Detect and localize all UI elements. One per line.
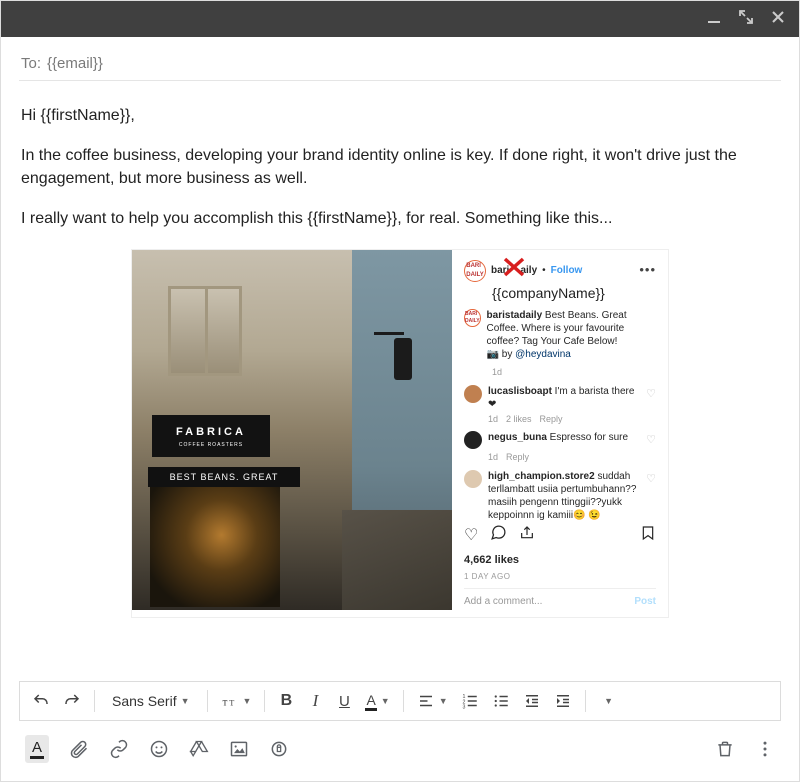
caption: BARIDAILY baristadaily Best Beans. Great… [464, 309, 656, 361]
more-icon[interactable]: ••• [639, 261, 656, 279]
likes-count[interactable]: 4,662 likes [464, 553, 656, 568]
comment-avatar [464, 385, 482, 403]
indent-more-button[interactable] [550, 688, 576, 714]
instagram-card: FABRICA COFFEE ROASTERS BEST BEANS. GREA… [131, 249, 669, 618]
caption-time: 1d [492, 366, 656, 379]
instagram-photo: FABRICA COFFEE ROASTERS BEST BEANS. GREA… [132, 250, 452, 610]
follow-link[interactable]: Follow [551, 264, 583, 278]
share-icon[interactable] [519, 525, 535, 548]
formatting-toggle-icon[interactable]: A [25, 735, 49, 763]
compose-content: To: {{email}} Hi {{firstName}}, In the c… [1, 37, 799, 681]
comment-2: negus_buna Espresso for sure ♡ [464, 431, 656, 449]
save-icon[interactable] [640, 524, 656, 549]
underline-button[interactable]: U [332, 688, 356, 714]
paragraph-1: In the coffee business, developing your … [21, 145, 779, 190]
align-button[interactable]: ▼ [413, 688, 452, 714]
comment-avatar [464, 470, 482, 488]
to-label: To: [21, 55, 41, 72]
instagram-sidebar: BARIDAILY bari aily • Follow ••• {{compa… [452, 250, 668, 617]
post-actions: ♡ [464, 524, 656, 549]
svg-text:T: T [229, 699, 234, 708]
italic-button[interactable]: I [303, 688, 327, 714]
company-placeholder: {{companyName}} [492, 284, 656, 304]
attach-icon[interactable] [69, 739, 89, 759]
comment-avatar [464, 431, 482, 449]
link-icon[interactable] [109, 739, 129, 759]
redo-button[interactable] [59, 688, 85, 714]
avatar[interactable]: BARIDAILY [464, 260, 486, 282]
bullet-list-button[interactable] [488, 688, 514, 714]
insert-image-icon[interactable] [229, 739, 249, 759]
titlebar [1, 1, 799, 37]
tagline-sign: BEST BEANS. GREAT COFFEE. [148, 467, 300, 487]
like-comment-icon[interactable]: ♡ [646, 433, 656, 448]
more-format-button[interactable]: ▼ [595, 688, 619, 714]
undo-button[interactable] [28, 688, 54, 714]
compose-bottombar: A [1, 721, 799, 781]
numbered-list-button[interactable]: 123 [457, 688, 483, 714]
comment-1: lucaslisboapt I'm a barista there ❤ ♡ [464, 385, 656, 411]
instagram-header: BARIDAILY bari aily • Follow ••• [464, 260, 656, 282]
emoji-icon[interactable] [149, 739, 169, 759]
username[interactable]: bari aily [491, 264, 537, 278]
like-comment-icon[interactable]: ♡ [646, 472, 656, 487]
to-value: {{email}} [47, 55, 103, 72]
more-options-icon[interactable] [755, 739, 775, 759]
awning-sign: FABRICA COFFEE ROASTERS [152, 415, 270, 457]
drive-icon[interactable] [189, 739, 209, 759]
comment-icon[interactable] [490, 524, 507, 548]
close-icon[interactable] [771, 10, 785, 29]
discard-icon[interactable] [715, 739, 735, 759]
expand-icon[interactable] [739, 10, 753, 29]
add-comment-row[interactable]: Add a comment... Post [464, 588, 656, 609]
text-color-button[interactable]: A▼ [361, 688, 393, 714]
email-body[interactable]: Hi {{firstName}}, In the coffee business… [19, 81, 781, 681]
post-button[interactable]: Post [634, 595, 656, 609]
minimize-icon[interactable] [707, 10, 721, 29]
confidential-icon[interactable] [269, 739, 289, 759]
greeting: Hi {{firstName}}, [21, 105, 779, 127]
format-toolbar: Sans Serif▼ тT▼ B I U A▼ ▼ 123 ▼ [19, 681, 781, 721]
bold-button[interactable]: B [274, 688, 298, 714]
font-size-button[interactable]: тT▼ [217, 688, 256, 714]
post-time: 1 DAY AGO [464, 571, 656, 582]
like-icon[interactable]: ♡ [464, 525, 478, 547]
compose-window: To: {{email}} Hi {{firstName}}, In the c… [0, 0, 800, 782]
caption-avatar: BARIDAILY [464, 309, 481, 327]
paragraph-2: I really want to help you accomplish thi… [21, 208, 779, 230]
comment-3: high_champion.store2 suddah terllambatt … [464, 470, 656, 522]
indent-less-button[interactable] [519, 688, 545, 714]
font-family-select[interactable]: Sans Serif▼ [104, 688, 198, 714]
to-field[interactable]: To: {{email}} [19, 47, 781, 81]
svg-text:т: т [222, 697, 227, 709]
svg-text:3: 3 [462, 705, 465, 711]
like-comment-icon[interactable]: ♡ [646, 387, 656, 402]
add-comment-placeholder: Add a comment... [464, 595, 542, 609]
